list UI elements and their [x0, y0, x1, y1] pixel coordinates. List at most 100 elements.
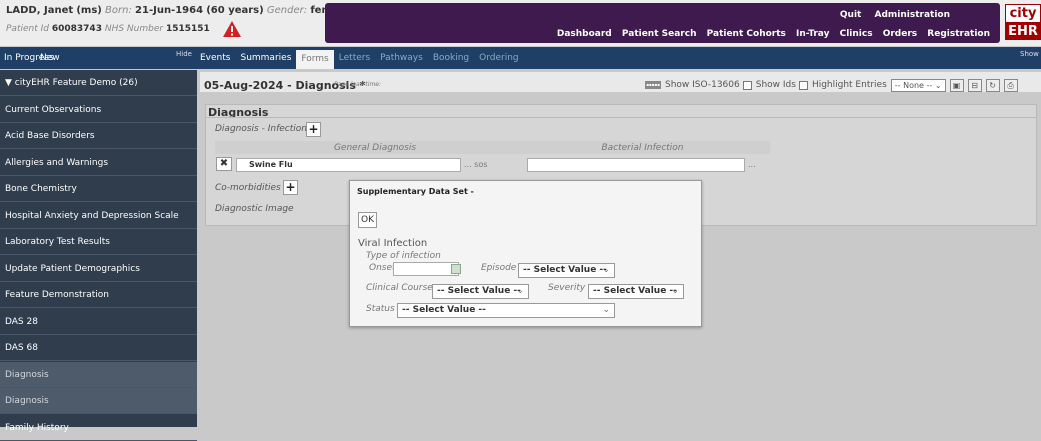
main-navigation: Quit Administration Dashboard Patient Se… — [325, 3, 1000, 43]
tab-new[interactable]: New — [40, 53, 60, 63]
calendar-icon[interactable] — [451, 264, 461, 274]
dialog-title: Supplementary Data Set - — [357, 187, 474, 196]
patient-title: (ms) — [76, 5, 102, 16]
highlight-select[interactable]: -- None -- ⌄ — [890, 78, 946, 92]
nav-links: Dashboard Patient Search Patient Cohorts… — [550, 29, 990, 39]
delete-row-button[interactable]: ✖ — [216, 157, 232, 171]
sidebar-item[interactable]: Bone Chemistry — [0, 176, 197, 202]
sidebar-group-header[interactable]: ▼ cityEHR Feature Demo (26) — [0, 70, 197, 96]
onset-date-input[interactable] — [393, 262, 459, 276]
refresh-icon[interactable]: ↻ — [985, 78, 1000, 92]
severity-label: Severity — [548, 283, 586, 293]
nhs-label: NHS Number — [104, 24, 164, 34]
episode-select[interactable]: -- Select Value -- ⌄ — [518, 263, 615, 278]
patient-id-line: Patient Id 60083743 NHS Number 1515151 — [6, 24, 210, 34]
clinical-course-value: -- Select Value -- — [437, 286, 521, 296]
chevron-down-icon: ⌄ — [602, 305, 610, 315]
comorbidities-label: Co-morbidities — [215, 183, 281, 193]
chevron-down-icon: ⌄ — [602, 265, 610, 275]
clinical-course-label: Clinical Course — [366, 283, 433, 293]
clinical-course-select[interactable]: -- Select Value -- ⌄ — [432, 284, 529, 299]
nav-patient-cohorts[interactable]: Patient Cohorts — [707, 29, 786, 39]
tab-booking[interactable]: Booking — [428, 47, 474, 69]
status-label: Status — [366, 304, 395, 314]
sidebar-item[interactable]: Diagnosis — [0, 361, 197, 388]
ok-button[interactable]: OK — [358, 212, 377, 228]
status-select[interactable]: -- Select Value -- ⌄ — [397, 303, 615, 318]
sidebar-item[interactable]: Current Observations — [0, 97, 197, 123]
onset-label: Onset — [369, 263, 396, 273]
sidebar-item[interactable]: Update Patient Demographics — [0, 256, 197, 282]
sidebar: ▼ cityEHR Feature Demo (26) Current Obser… — [0, 70, 197, 441]
chevron-down-icon: ⌄ — [516, 286, 524, 296]
qr-code-icon[interactable]: ▪▪▪▪▪ — [645, 81, 661, 89]
sidebar-item[interactable]: Acid Base Disorders — [0, 123, 197, 149]
nav-patient-search[interactable]: Patient Search — [622, 29, 697, 39]
export-icon[interactable]: ⊟ — [967, 78, 982, 92]
tab-forms[interactable]: Forms — [296, 50, 334, 69]
status-value: -- Select Value -- — [402, 305, 486, 315]
viral-infection-heading: Viral Infection — [358, 238, 428, 249]
nav-in-tray[interactable]: In-Tray — [796, 29, 829, 39]
patient-name-line: LADD, Janet (ms) Born: 21-Jun-1964 (60 y… — [6, 5, 349, 16]
general-diagnosis-input[interactable]: Swine Flu — [236, 158, 461, 172]
episode-value: -- Select Value -- — [523, 265, 607, 275]
nav-registration[interactable]: Registration — [927, 29, 990, 39]
add-infection-button[interactable]: + — [306, 122, 321, 137]
tab-summaries[interactable]: Summaries — [235, 47, 296, 69]
show-ids-checkbox[interactable] — [798, 80, 808, 90]
show-iso-label: Show ISO-13606 — [665, 80, 740, 90]
warning-icon[interactable] — [222, 20, 242, 38]
show-iso-checkbox[interactable] — [742, 80, 752, 90]
logo-ehr: EHR — [1005, 23, 1041, 40]
sidebar-item[interactable]: DAS 68 — [0, 335, 197, 361]
print-icon[interactable]: ⎙ — [1003, 78, 1018, 92]
nav-top-links: Quit Administration — [830, 10, 950, 20]
tab-pathways[interactable]: Pathways — [375, 47, 428, 69]
patient-id: 60083743 — [51, 24, 102, 34]
nav-orders[interactable]: Orders — [883, 29, 917, 39]
nav-clinics[interactable]: Clinics — [840, 29, 873, 39]
show-ids-label: Show Ids — [755, 80, 796, 90]
severity-value: -- Select Value -- — [593, 286, 677, 296]
section-divider — [206, 117, 1036, 118]
tab-letters[interactable]: Letters — [334, 47, 375, 69]
nav-administration[interactable]: Administration — [874, 10, 950, 20]
logo-city: city — [1005, 4, 1041, 23]
patient-born: 21-Jun-1964 — [135, 5, 204, 16]
form-toolbar: ▪▪▪▪▪ Show ISO-13606 Show Ids Highlight … — [645, 78, 1018, 92]
highlight-value: -- None -- — [894, 80, 933, 90]
infection-label: Diagnosis - Infection — [215, 124, 307, 134]
col-general-diagnosis: General Diagnosis — [333, 143, 417, 153]
highlight-label: Highlight Entries — [811, 80, 887, 90]
bacterial-infection-input[interactable] — [527, 158, 745, 172]
cityehr-logo: city EHR — [1005, 4, 1041, 42]
page-load-time: Page load time: — [334, 81, 382, 88]
type-of-infection-label: Type of infection — [366, 251, 441, 261]
sidebar-item[interactable]: DAS 28 — [0, 309, 197, 335]
chevron-down-icon: ⌄ — [671, 286, 679, 296]
add-comorbidity-button[interactable]: + — [283, 180, 298, 195]
form-tabs: Events Summaries Forms Letters Pathways Booki… — [195, 47, 524, 69]
nav-quit[interactable]: Quit — [840, 10, 861, 20]
hide-sidebar-button[interactable]: Hide — [176, 50, 192, 58]
born-label: Born: — [105, 5, 132, 16]
nhs-number: 1515151 — [165, 24, 210, 34]
nav-dashboard[interactable]: Dashboard — [557, 29, 612, 39]
general-diagnosis-lookup[interactable]: ... sos — [464, 160, 487, 169]
tab-events[interactable]: Events — [195, 47, 235, 69]
episode-label: Episode — [481, 263, 517, 273]
severity-select[interactable]: -- Select Value -- ⌄ — [588, 284, 684, 299]
patient-name: LADD, Janet — [6, 5, 74, 16]
sidebar-item[interactable]: Feature Demonstration — [0, 282, 197, 308]
sidebar-item[interactable]: Family History — [0, 415, 197, 441]
sidebar-item[interactable]: Laboratory Test Results — [0, 229, 197, 255]
bacterial-infection-lookup[interactable]: ... — [748, 160, 756, 169]
sidebar-item[interactable]: Allergies and Warnings — [0, 150, 197, 176]
save-icon[interactable]: ▣ — [949, 78, 964, 92]
sidebar-item[interactable]: Diagnosis — [0, 388, 197, 414]
tab-bar: In Progress New Hide Events Summaries Form… — [0, 47, 1041, 69]
show-panel-button[interactable]: Show — [1020, 50, 1039, 58]
tab-ordering[interactable]: Ordering — [474, 47, 524, 69]
sidebar-item[interactable]: Hospital Anxiety and Depression Scale — [0, 203, 197, 229]
